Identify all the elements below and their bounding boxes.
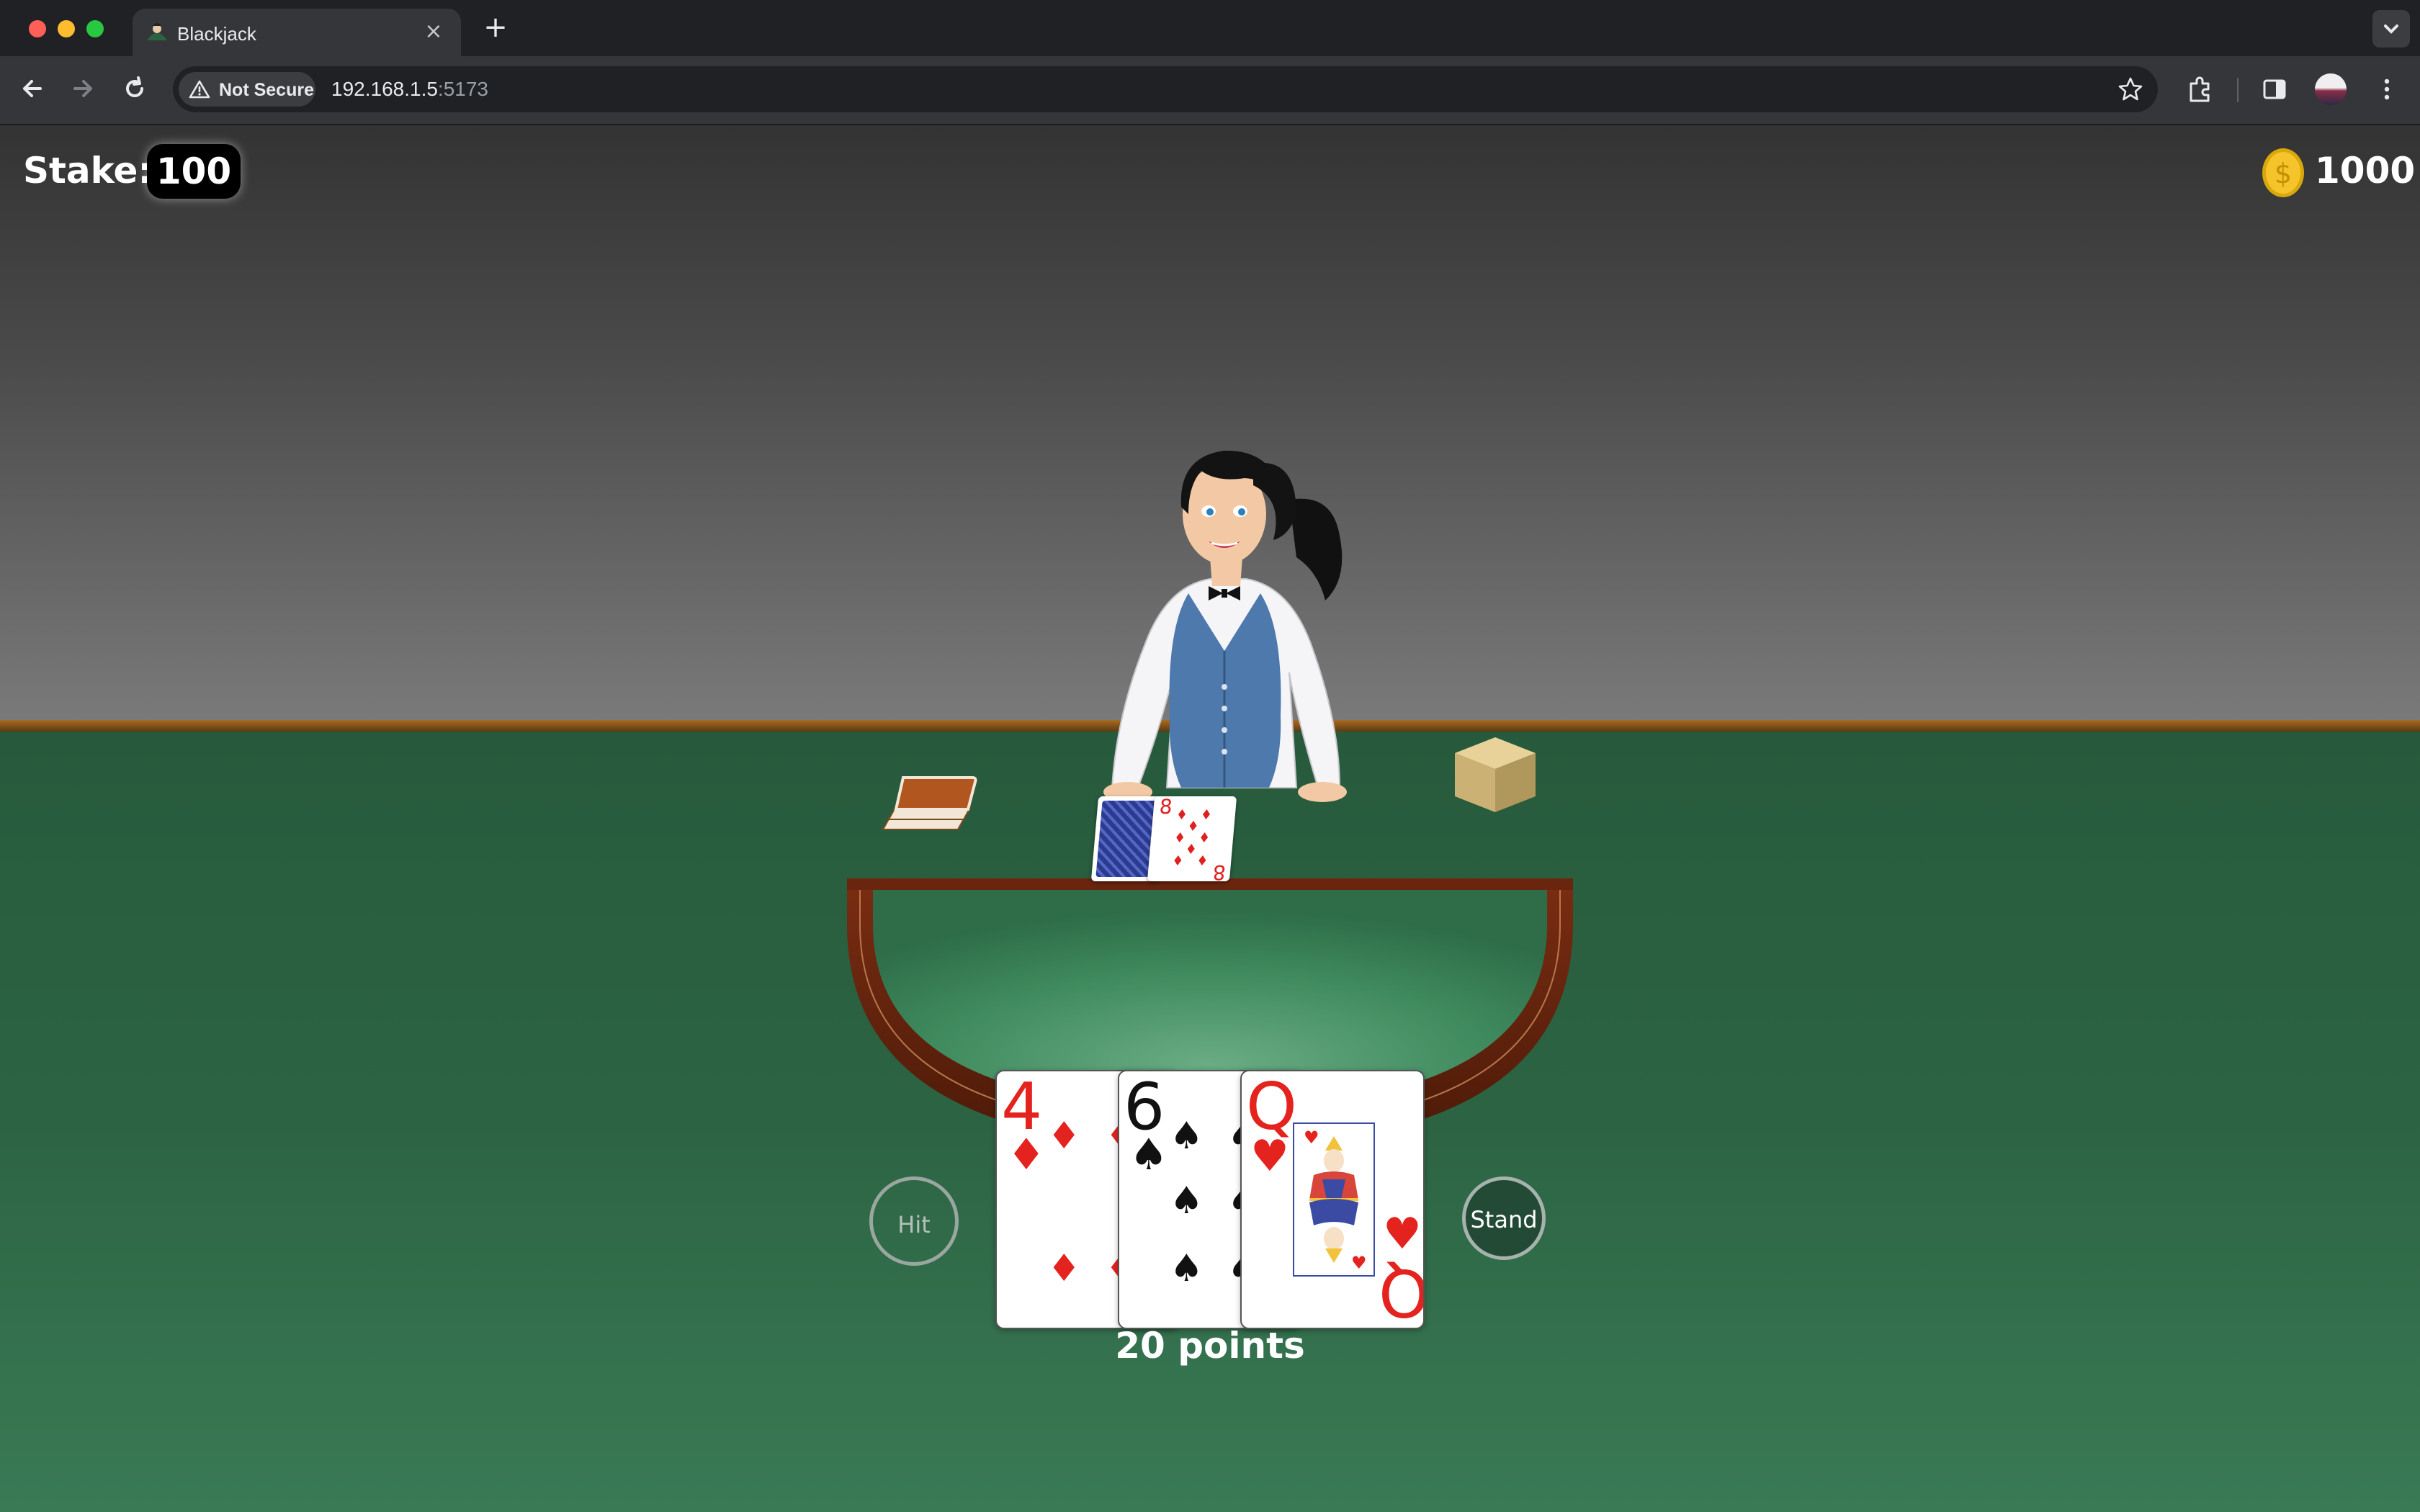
balance-value: 1000 (2315, 150, 2416, 192)
svg-text:♥: ♥ (1304, 1128, 1319, 1148)
diamond-pips-icon (1174, 809, 1210, 865)
spade-icon: ♠ (1170, 1115, 1204, 1158)
tab-title: Blackjack (177, 23, 256, 45)
spade-icon: ♠ (1170, 1179, 1204, 1223)
player-card-queen-hearts: Q ♥ ♥ ♥ ♥ Q (1240, 1070, 1425, 1329)
window-minimize-button[interactable] (58, 20, 75, 37)
spade-icon: ♠ (1170, 1247, 1204, 1290)
warning-icon (189, 80, 210, 99)
window-maximize-button[interactable] (86, 20, 104, 37)
tab-blackjack[interactable]: Blackjack × (133, 9, 461, 56)
stand-button[interactable]: Stand (1462, 1176, 1546, 1260)
game-viewport: Stake: 100 $ 1000 8 8 4 ♦ ♦ ♦ 6 ♠ ♠ ♠ ♠ … (0, 125, 2420, 1512)
security-label: Not Secure (219, 80, 314, 100)
spade-icon: ♠ (1129, 1130, 1168, 1180)
forward-icon[interactable] (65, 71, 101, 107)
heart-icon: ♥ (1250, 1131, 1289, 1182)
side-panel-icon[interactable] (2257, 72, 2292, 107)
back-icon[interactable] (14, 71, 50, 107)
blackjack-favicon-icon (147, 23, 167, 40)
new-tab-button[interactable]: + (480, 13, 511, 45)
browser-toolbar: Not Secure 192.168.1.5:5173 (0, 56, 2420, 125)
address-bar[interactable]: Not Secure 192.168.1.5:5173 (173, 66, 2158, 112)
svg-text:♥: ♥ (1351, 1253, 1367, 1273)
chevron-down-icon (2384, 24, 2398, 34)
reload-icon[interactable] (117, 71, 153, 107)
coin-icon: $ (2262, 148, 2304, 197)
url-text: 192.168.1.5:5173 (331, 78, 488, 101)
card-deck-icon (882, 776, 977, 830)
profile-avatar[interactable] (2315, 73, 2347, 105)
window-close-button[interactable] (29, 20, 46, 37)
diamond-icon: ♦ (1007, 1130, 1046, 1180)
heart-icon: ♥ (1383, 1209, 1422, 1259)
card-rank-inverted: Q (1379, 1254, 1425, 1329)
hit-button[interactable]: Hit (869, 1176, 959, 1266)
url-host: 192.168.1.5 (331, 78, 438, 100)
stake-value: 100 (147, 144, 241, 199)
diamond-icon: ♦ (1047, 1247, 1081, 1290)
diamond-icon: ♦ (1047, 1115, 1081, 1158)
more-menu-icon[interactable] (2370, 72, 2404, 107)
svg-text:$: $ (2275, 158, 2292, 189)
bookmark-star-icon[interactable] (2116, 75, 2145, 104)
dealer-card-8-diamonds: 8 8 (1147, 795, 1237, 884)
security-indicator[interactable]: Not Secure (179, 72, 315, 107)
url-port: :5173 (437, 78, 488, 100)
tab-close-icon[interactable]: × (421, 19, 447, 45)
toolbar-divider (2237, 78, 2238, 102)
queen-portrait-icon: ♥ ♥ (1293, 1122, 1375, 1277)
extensions-icon[interactable] (2182, 72, 2217, 107)
card-shoe-box-icon (1455, 737, 1536, 812)
browser-tabstrip: Blackjack × + (0, 0, 2420, 56)
stake-label: Stake: (23, 150, 153, 192)
player-points: 20 points (1115, 1325, 1305, 1367)
tab-search-button[interactable] (2372, 10, 2410, 48)
